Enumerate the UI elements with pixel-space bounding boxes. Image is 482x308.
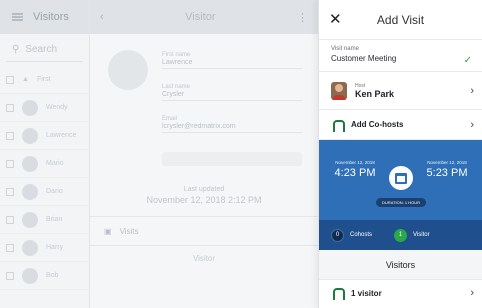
cohosts-label: Cohosts	[350, 232, 373, 238]
list-row-label: Lawrence	[46, 132, 77, 139]
first-name-value: Lawrence	[162, 59, 193, 66]
chevron-right-icon: ›	[470, 118, 474, 131]
chevron-right-icon: ›	[470, 287, 474, 299]
cohosts-count-badge: 0	[331, 228, 344, 242]
first-name-field[interactable]: First name Lawrence	[162, 52, 302, 69]
visits-label: Visits	[119, 226, 139, 236]
visit-name-label: Visit name	[331, 46, 359, 52]
email-label: Email	[162, 116, 178, 122]
person-icon	[331, 119, 345, 132]
list-item[interactable]: Wendy	[0, 94, 89, 122]
list-item[interactable]: Harry	[0, 234, 89, 262]
list-item[interactable]: Bob	[0, 262, 89, 290]
start-time[interactable]: November 12, 2018 4:23 PM	[325, 160, 385, 179]
list-row-label: Dario	[46, 188, 63, 195]
visitors-list-title: Visitors	[33, 11, 69, 23]
list-row-label: Harry	[46, 244, 64, 251]
email-value: lcrysler@redmatrix.com	[162, 123, 236, 130]
avatar	[22, 127, 38, 144]
host-info: Host Ken Park	[355, 83, 394, 99]
search-icon: ⚲	[12, 44, 20, 55]
chevron-right-icon: ›	[470, 84, 474, 97]
visitors-list-header: Visitors	[0, 0, 89, 34]
visitors-summary: 1 visitor	[351, 288, 382, 298]
last-updated-value: November 12, 2018 2:12 PM	[146, 195, 262, 205]
duration-badge: DURATION: 1 HOUR	[376, 198, 426, 207]
end-time[interactable]: November 12, 2018 5:23 PM	[417, 160, 477, 179]
close-icon[interactable]: ✕	[329, 12, 342, 28]
visitor-count-badge: 1	[394, 228, 408, 242]
person-icon	[331, 288, 345, 300]
add-cohosts-label: Add Co-hosts	[351, 120, 404, 129]
add-visit-title: Add Visit	[376, 12, 425, 27]
add-visit-panel: ✕ Add Visit Visit name Customer Meeting …	[318, 0, 482, 308]
avatar	[22, 183, 38, 200]
list-row-label: First	[36, 76, 51, 83]
row-checkbox[interactable]	[6, 159, 14, 168]
calendar-icon	[389, 166, 413, 190]
list-item[interactable]: Dario	[0, 178, 89, 206]
row-checkbox[interactable]	[6, 215, 14, 224]
detail-action-button[interactable]	[162, 152, 302, 166]
add-cohosts-row[interactable]: Add Co-hosts ›	[319, 110, 482, 140]
list-header-row: ▲ First	[0, 66, 89, 94]
list-item[interactable]: Brian	[0, 206, 89, 234]
email-field[interactable]: Email lcrysler@redmatrix.com	[162, 116, 302, 133]
visitors-list-pane: Visitors ⚲ Search ▲ First Wendy Lawrence…	[0, 0, 90, 308]
visitor-section-label: Visitor	[192, 254, 216, 263]
visitors-search[interactable]: ⚲ Search	[6, 38, 83, 62]
row-checkbox[interactable]	[6, 187, 14, 196]
visitors-section-title: Visitors	[319, 250, 482, 280]
host-name: Ken Park	[355, 88, 395, 99]
row-checkbox[interactable]	[6, 271, 14, 280]
visit-time-block[interactable]: November 12, 2018 4:23 PM November 12, 2…	[319, 140, 482, 250]
start-clock: 4:23 PM	[334, 167, 376, 179]
row-checkbox[interactable]	[6, 131, 14, 140]
participant-counts: 0 Cohosts 1 Visitor	[319, 220, 482, 250]
visits-icon: ▣	[104, 226, 112, 236]
last-updated-label: Last updated	[183, 186, 225, 193]
list-row-label: Mario	[46, 160, 64, 167]
visits-row[interactable]: ▣ Visits	[90, 216, 318, 246]
start-date: November 12, 2018	[335, 160, 375, 165]
visitor-detail-header: ‹ Visitor ⋮	[90, 0, 318, 34]
check-icon: ✓	[463, 55, 472, 66]
row-checkbox[interactable]	[6, 103, 14, 112]
avatar	[22, 267, 38, 284]
avatar	[22, 155, 38, 172]
app-root: Visitors ⚲ Search ▲ First Wendy Lawrence…	[0, 0, 482, 308]
visitors-row[interactable]: 1 visitor ›	[319, 280, 482, 306]
list-row-label: Wendy	[46, 104, 68, 111]
visit-name-field[interactable]: Visit name Customer Meeting ✓	[319, 40, 482, 72]
last-name-field[interactable]: Last name Crysler	[162, 84, 302, 101]
host-avatar	[331, 81, 347, 100]
select-all-checkbox[interactable]	[6, 75, 14, 84]
menu-icon[interactable]	[12, 13, 23, 21]
visitor-avatar	[108, 50, 148, 90]
row-checkbox[interactable]	[6, 243, 14, 252]
person-icon: ▲	[22, 76, 29, 83]
visitor-detail-pane: ‹ Visitor ⋮ First name Lawrence Last nam…	[90, 0, 318, 308]
last-updated: Last updated November 12, 2018 2:12 PM	[90, 186, 318, 205]
host-row[interactable]: Host Ken Park ›	[319, 72, 482, 110]
more-options-icon[interactable]: ⋮	[297, 11, 308, 24]
avatar	[22, 99, 38, 116]
visitor-detail-title: Visitor	[185, 11, 216, 23]
avatar	[22, 211, 38, 228]
back-chevron-icon[interactable]: ‹	[100, 11, 104, 23]
list-item[interactable]: Mario	[0, 150, 89, 178]
add-visit-header: ✕ Add Visit	[319, 0, 482, 40]
visit-name-value: Customer Meeting	[331, 54, 397, 63]
list-row-label: Bob	[46, 272, 59, 279]
avatar	[22, 239, 38, 256]
end-clock: 5:23 PM	[426, 167, 468, 179]
end-date: November 12, 2018	[427, 160, 467, 165]
list-row-label: Brian	[46, 216, 63, 223]
last-name-value: Crysler	[162, 91, 185, 98]
first-name-label: First name	[162, 52, 191, 58]
search-placeholder: Search	[25, 44, 58, 55]
visitor-label: Visitor	[413, 232, 430, 238]
list-item[interactable]: Lawrence	[0, 122, 89, 150]
last-name-label: Last name	[162, 84, 191, 90]
